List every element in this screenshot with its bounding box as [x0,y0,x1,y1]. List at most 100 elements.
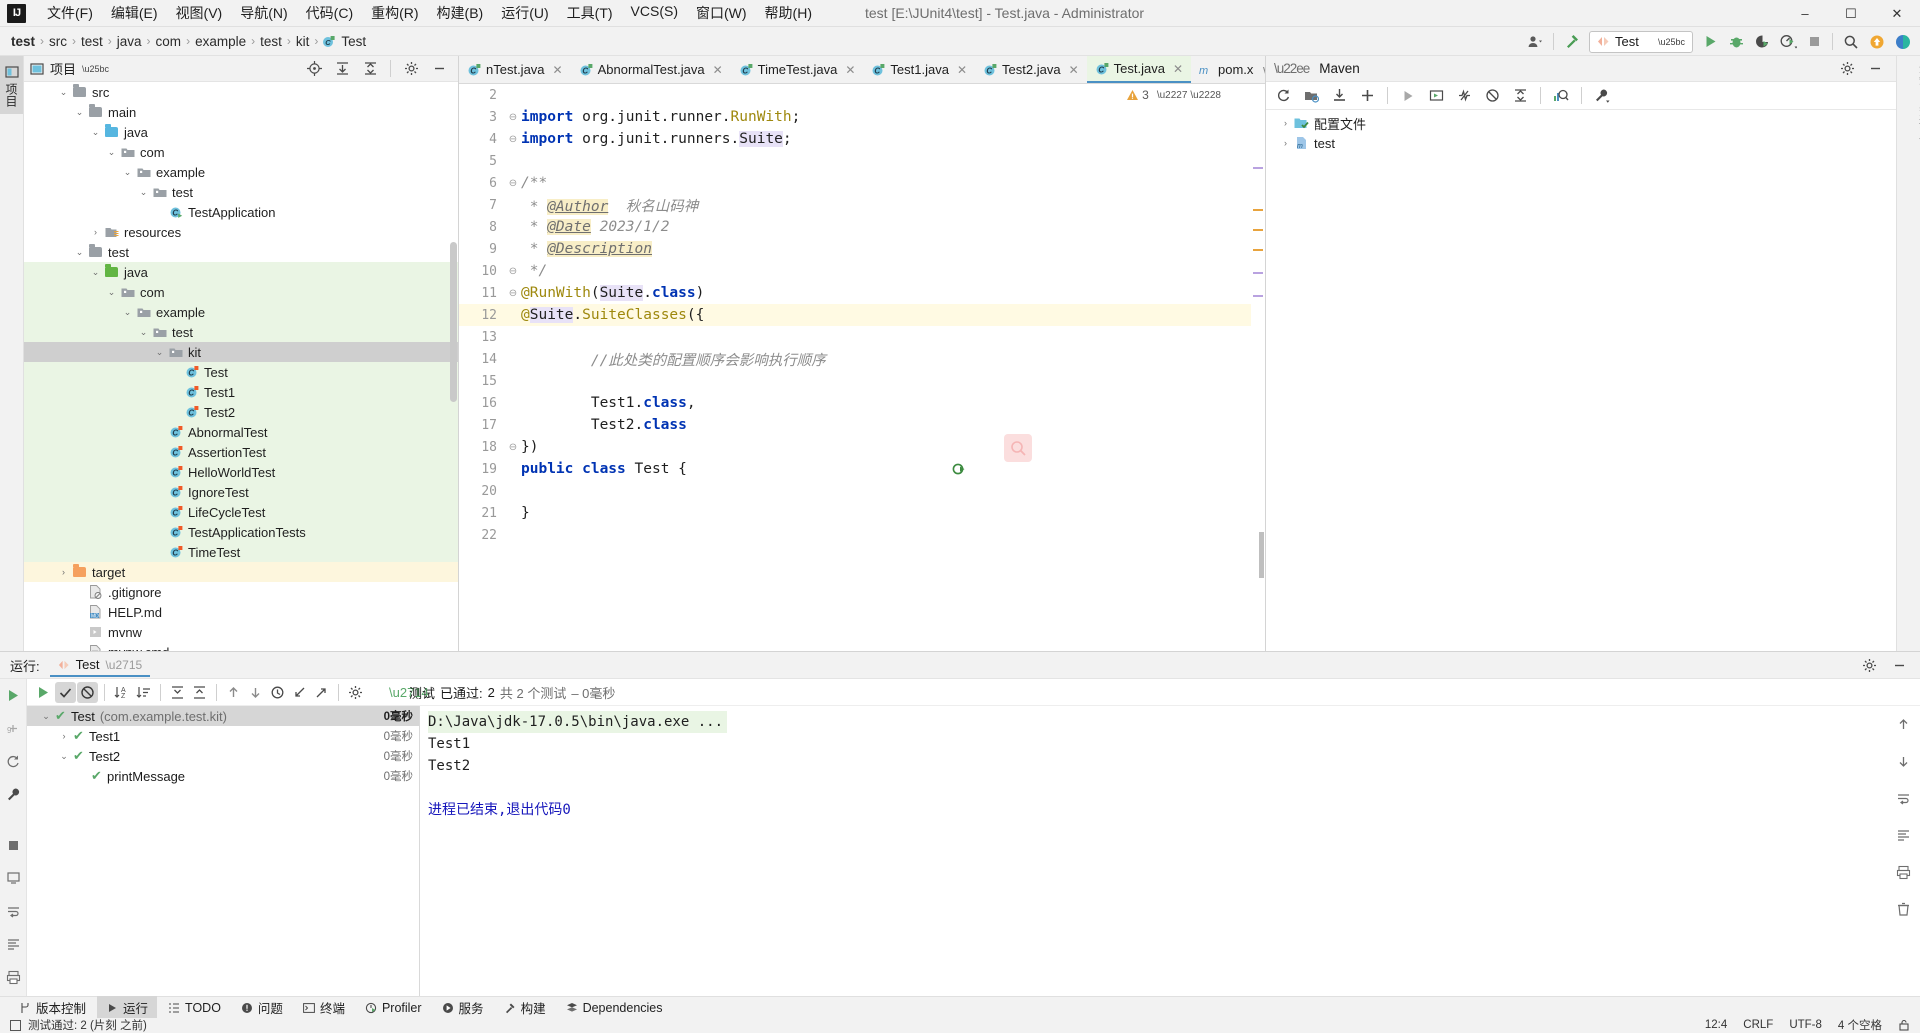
chevron-down-icon[interactable]: \u25bc [82,64,109,74]
project-tree-row[interactable]: ⌄java [24,262,458,282]
fold-marker[interactable]: ⊖ [505,112,521,123]
fold-marker[interactable]: ⊖ [505,178,521,189]
stop-icon[interactable] [3,835,24,856]
project-tree-row[interactable]: CTestApplication [24,202,458,222]
menu-item-9[interactable]: VCS(S) [622,0,687,27]
gear-icon[interactable] [1834,56,1860,82]
project-tree-row[interactable]: MDHELP.md [24,602,458,622]
menu-item-8[interactable]: 工具(T) [558,0,622,27]
project-tree-scrollbar[interactable] [450,242,457,402]
test-tree-row[interactable]: ›✔Test10毫秒 [27,726,419,746]
test-tree-row[interactable]: ⌄✔Test(com.example.test.kit)0毫秒 [27,706,419,726]
chevron-down-icon[interactable]: ⌄ [104,147,119,158]
code-line[interactable]: 5 [459,150,1265,172]
code-line[interactable]: 8 * @Date 2023/1/2 [459,216,1265,238]
code-line[interactable]: 17 Test2.class [459,414,1265,436]
project-tree-row[interactable]: CTestApplicationTests [24,522,458,542]
update-project-icon[interactable] [1864,29,1890,55]
scroll-to-end-icon[interactable] [1893,825,1914,846]
chevron-down-icon[interactable]: ⌄ [72,107,87,118]
project-tree-row[interactable]: ⌄test [24,242,458,262]
breadcrumb-item-1[interactable]: src [46,34,70,49]
close-icon[interactable]: ✕ [553,63,563,77]
hide-panel-icon[interactable] [1886,652,1912,678]
show-dependencies-icon[interactable] [1548,83,1574,109]
close-icon[interactable]: \u2715 [105,658,142,672]
bottom-tool-window-版本控制[interactable]: 版本控制 [10,996,95,1019]
breadcrumb-item-5[interactable]: example [192,34,249,49]
project-tree-row[interactable]: CIgnoreTest [24,482,458,502]
tool-window-button-project[interactable]: 项目 [0,56,23,114]
editor-tab[interactable]: CAbnormalTest.java✕ [571,56,731,83]
code-line[interactable]: 7 * @Author 秋名山码神 [459,194,1265,216]
print-icon[interactable] [3,967,24,988]
console-output[interactable]: D:\Java\jdk-17.0.5\bin\java.exe ...Test1… [420,706,1886,996]
debug-icon[interactable] [1723,29,1749,55]
project-tree-row[interactable]: CLifeCycleTest [24,502,458,522]
select-opened-file-icon[interactable] [301,56,327,82]
breadcrumb-item-7[interactable]: kit [293,34,313,49]
download-sources-icon[interactable] [1326,83,1352,109]
plus-icon[interactable] [1354,83,1380,109]
project-tree-row[interactable]: ⌄test [24,182,458,202]
project-tree-row[interactable]: CTest2 [24,402,458,422]
chevron-down-icon[interactable]: ⌄ [56,87,71,98]
close-icon[interactable]: ✕ [713,63,723,77]
rerun-tests-icon[interactable] [33,682,54,703]
breadcrumb-item-0[interactable]: test [8,34,38,49]
close-icon[interactable]: ✕ [1069,63,1079,77]
fold-marker[interactable]: ⊖ [505,442,521,453]
line-separator[interactable]: CRLF [1743,1019,1773,1031]
skip-tests-icon[interactable] [1451,83,1477,109]
code-line[interactable]: 21} [459,502,1265,524]
build-hammer-icon[interactable] [1559,29,1585,55]
scroll-up-icon[interactable] [1893,714,1914,735]
run-with-coverage-icon[interactable] [1749,29,1775,55]
test-tree-row[interactable]: ⌄✔Test20毫秒 [27,746,419,766]
project-tree-row[interactable]: ⌄main [24,102,458,122]
bottom-tool-window-运行[interactable]: 运行 [97,996,157,1019]
menu-item-6[interactable]: 构建(B) [428,0,493,27]
chevron-right-icon[interactable]: › [56,567,71,577]
close-icon[interactable]: ✕ [845,63,855,77]
sort-alphabetically-icon[interactable]: AZ [111,682,132,703]
indent-setting[interactable]: 4 个空格 [1838,1017,1882,1033]
run-test-gutter-icon[interactable] [952,462,966,476]
fold-marker[interactable]: ⊖ [505,288,521,299]
tool-window-button-database[interactable]: 数据库 [1916,105,1920,140]
code-line[interactable]: 10⊖ */ [459,260,1265,282]
print-icon[interactable] [1893,862,1914,883]
hide-panel-icon[interactable] [426,56,452,82]
project-tree-row[interactable]: ⌄test [24,322,458,342]
menu-item-7[interactable]: 运行(U) [492,0,557,27]
collapse-all-icon[interactable] [189,682,210,703]
maven-tree-row[interactable]: ›mtest [1266,133,1896,153]
editor-tab[interactable]: CTest2.java✕ [975,56,1087,83]
code-line[interactable]: 6⊖/** [459,172,1265,194]
export-test-results-icon[interactable] [311,682,332,703]
chevron-down-icon[interactable]: ⌄ [120,167,135,178]
editor-tab[interactable]: mpom.x∨ [1191,56,1265,83]
drag-handle-icon[interactable]: \u22ee [1274,61,1309,76]
search-icon[interactable] [1838,29,1864,55]
restart-icon[interactable] [3,751,24,772]
code-line[interactable]: 19public class Test { [459,458,1265,480]
scrollbar-thumb[interactable] [1259,532,1264,578]
settings-wrench-icon[interactable] [3,784,24,805]
close-icon[interactable]: ✕ [957,63,967,77]
dump-threads-icon[interactable] [3,868,24,889]
toggle-offline-icon[interactable] [1479,83,1505,109]
menu-item-11[interactable]: 帮助(H) [756,0,821,27]
prev-problem-icon[interactable]: \u2227 [1157,90,1188,101]
chevron-down-icon[interactable]: ⌄ [152,347,167,358]
refresh-icon[interactable] [1270,83,1296,109]
gear-icon[interactable] [398,56,424,82]
project-tree-row[interactable]: ⌄src [24,82,458,102]
chevron-right-icon[interactable]: › [1278,118,1293,128]
maven-tree-row[interactable]: ›配置文件 [1266,113,1896,133]
editor-tab[interactable]: CTimeTest.java✕ [731,56,864,83]
collapse-all-icon[interactable] [357,56,383,82]
maven-tree[interactable]: ›配置文件›mtest [1266,110,1896,153]
chevron-down-icon[interactable]: ⌄ [104,287,119,298]
settings-wrench-icon[interactable] [1589,83,1615,109]
